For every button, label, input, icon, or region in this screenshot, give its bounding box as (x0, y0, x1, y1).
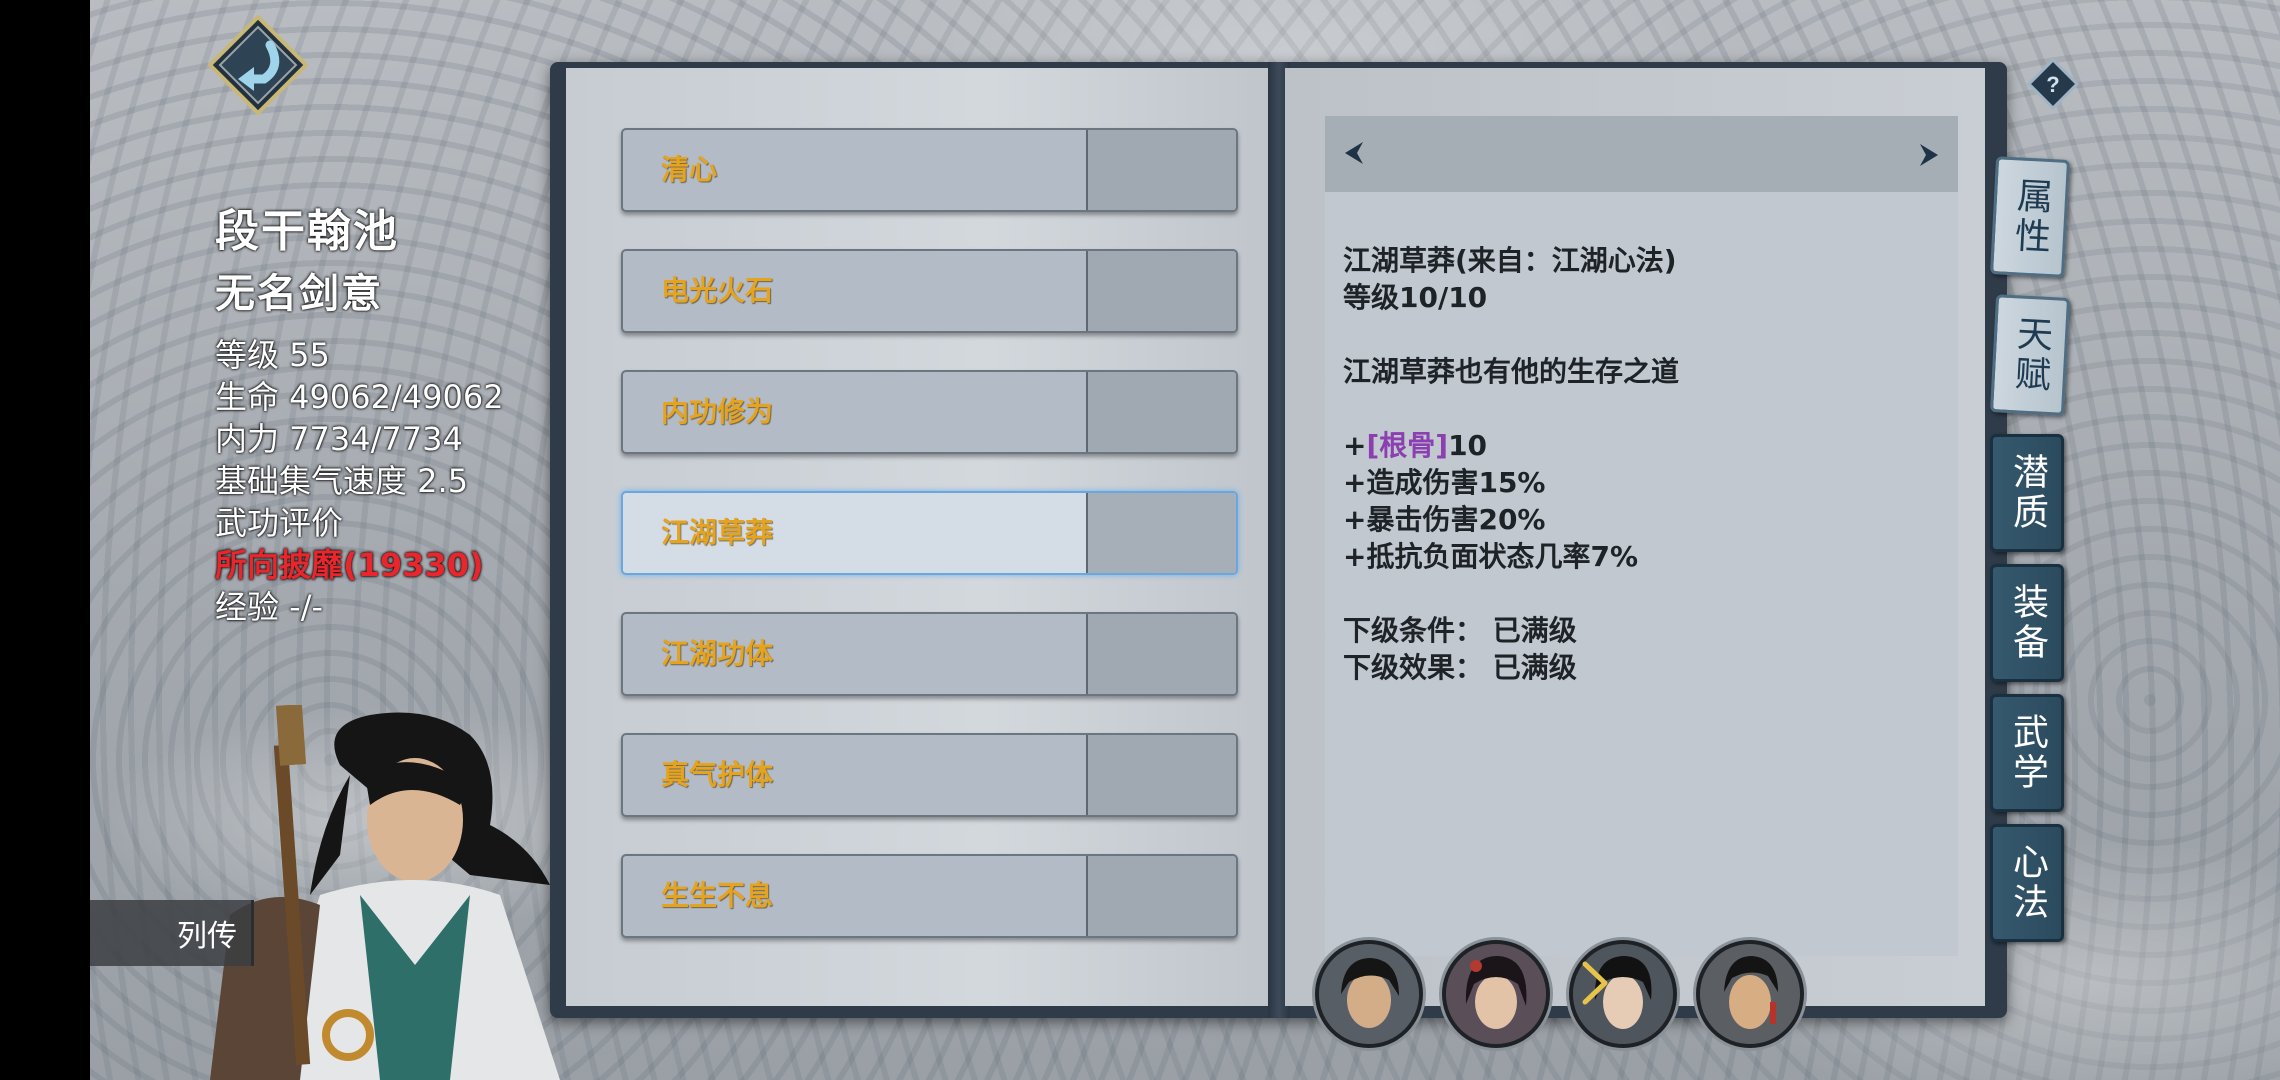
tab-mind-methods[interactable]: 心法 (1990, 824, 2064, 942)
stat-mp: 内力 7734/7734 (215, 420, 463, 458)
skill-name: 内功修为 (661, 395, 774, 428)
skill-name: 真气护体 (661, 758, 774, 791)
svg-text:?: ? (2046, 72, 2059, 97)
skill-row[interactable]: 江湖功体 (621, 612, 1238, 696)
skill-name: 电光火石 (661, 274, 774, 307)
skill-row[interactable]: 真气护体 (621, 733, 1238, 817)
attr-bonus-prefix: + (1343, 429, 1367, 462)
skill-detail-panel: 江湖草莽(来自：江湖心法) 等级10/10 江湖草莽也有他的生存之道 +[根骨]… (1325, 116, 1958, 956)
stat-qi-speed: 基础集气速度 2.5 (215, 462, 469, 500)
detail-attr-bonus: +[根骨]10 (1343, 427, 1679, 464)
tab-martial-arts[interactable]: 武学 (1990, 694, 2064, 812)
detail-header (1325, 116, 1958, 192)
stat-martial-rating-value: 所向披靡(19330) (215, 546, 484, 584)
skill-book: 清心 电光火石 内功修为 江湖草莽 江湖功体 真气护体 生生不息 江湖草莽(来自… (550, 62, 2007, 1048)
book-right-page: 江湖草莽(来自：江湖心法) 等级10/10 江湖草莽也有他的生存之道 +[根骨]… (1285, 68, 1985, 1048)
skill-slot (1086, 251, 1236, 331)
skill-name: 生生不息 (661, 879, 774, 912)
skill-detail-text: 江湖草莽(来自：江湖心法) 等级10/10 江湖草莽也有他的生存之道 +[根骨]… (1343, 242, 1679, 686)
skill-slot (1086, 372, 1236, 452)
book-left-page: 清心 电光火石 内功修为 江湖草莽 江湖功体 真气护体 生生不息 (566, 68, 1271, 1006)
skill-row[interactable]: 电光火石 (621, 249, 1238, 333)
biography-button-label: 列传 (177, 919, 237, 954)
detail-level: 等级10/10 (1343, 281, 1488, 314)
tab-talents[interactable]: 天赋 (1989, 294, 2071, 416)
skill-row[interactable]: 生生不息 (621, 854, 1238, 938)
help-icon: ? (2026, 57, 2080, 111)
skill-name: 江湖功体 (661, 637, 774, 670)
skill-row[interactable]: 清心 (621, 128, 1238, 212)
skill-slot (1086, 735, 1236, 815)
stat-exp: 经验 -/- (215, 588, 324, 626)
party-avatar[interactable] (1315, 940, 1423, 1048)
character-info: 段干翰池 无名剑意 等级 55 生命 49062/49062 内力 7734/7… (215, 210, 504, 628)
next-arrow-icon (1920, 144, 1938, 166)
skill-slot (1086, 130, 1236, 210)
prev-skill-button[interactable] (1339, 138, 1369, 168)
skill-row[interactable]: 内功修为 (621, 370, 1238, 454)
help-button[interactable]: ? (2026, 57, 2080, 111)
party-avatar[interactable] (1696, 940, 1804, 1048)
biography-button[interactable]: 列传 (90, 900, 254, 966)
character-name: 段干翰池 (215, 206, 399, 257)
stat-martial-rating-label: 武功评价 (215, 504, 344, 542)
party-avatar[interactable] (1442, 940, 1550, 1048)
prev-arrow-icon (1345, 142, 1363, 164)
next-page-button[interactable] (1575, 958, 1615, 1008)
detail-description: 江湖草莽也有他的生存之道 (1343, 355, 1680, 388)
back-arrow-icon (207, 14, 309, 116)
next-skill-button[interactable] (1914, 140, 1944, 170)
chevron-right-icon (1582, 961, 1608, 1005)
back-button[interactable] (207, 14, 309, 116)
game-background: ? 段干翰池 无名剑意 等级 55 生命 49062/49062 内力 7734… (90, 0, 2280, 1080)
stat-hp: 生命 49062/49062 (215, 378, 504, 416)
detail-bonus-3: +抵抗负面状态几率7% (1343, 540, 1638, 573)
skill-slot (1086, 493, 1236, 573)
skill-name: 江湖草莽 (661, 516, 774, 549)
skill-slot (1086, 614, 1236, 694)
attr-bonus-value: 10 (1448, 429, 1488, 462)
detail-next-effect: 下级效果： 已满级 (1343, 651, 1577, 684)
detail-bonus-1: +造成伤害15% (1343, 466, 1546, 499)
skill-name: 清心 (661, 153, 718, 186)
detail-title: 江湖草莽(来自：江湖心法) (1343, 244, 1677, 277)
tab-attributes[interactable]: 属性 (1989, 156, 2071, 278)
skill-slot (1086, 856, 1236, 936)
detail-bonus-2: +暴击伤害20% (1343, 503, 1546, 536)
attr-bonus-name: [根骨] (1366, 429, 1449, 462)
detail-next-condition: 下级条件： 已满级 (1343, 614, 1577, 647)
stat-level: 等级 55 (215, 336, 330, 374)
tab-equipment[interactable]: 装备 (1990, 564, 2064, 682)
character-title: 无名剑意 (215, 271, 383, 317)
tab-potential[interactable]: 潜质 (1990, 434, 2064, 552)
skill-row-selected[interactable]: 江湖草莽 (621, 491, 1238, 575)
skill-list: 清心 电光火石 内功修为 江湖草莽 江湖功体 真气护体 生生不息 (621, 128, 1238, 975)
